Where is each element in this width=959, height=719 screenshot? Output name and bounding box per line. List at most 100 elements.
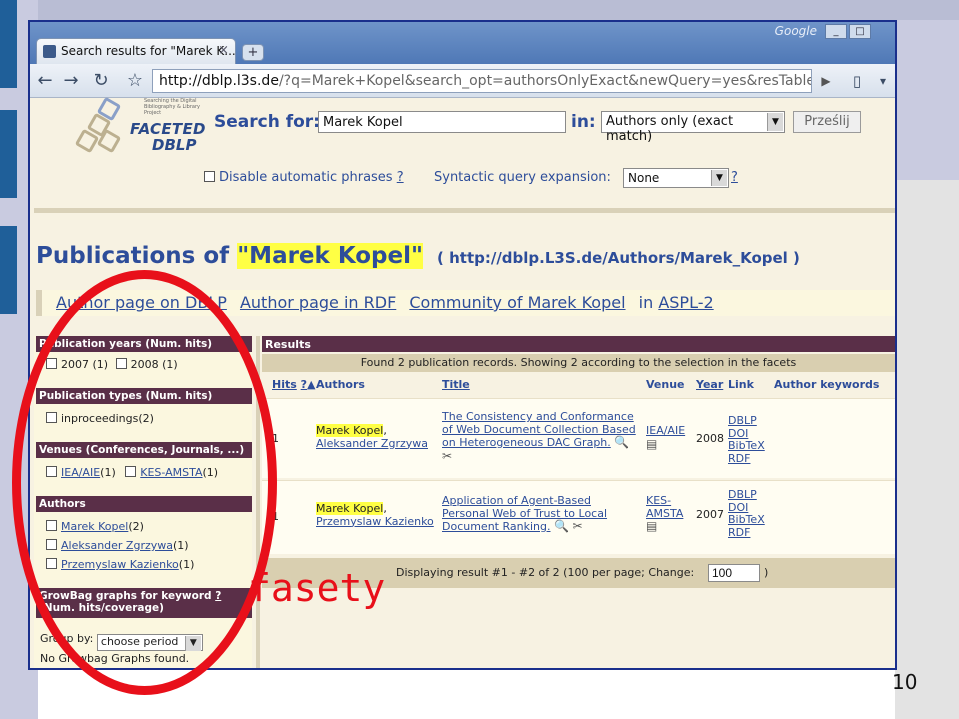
page-title-prefix: Publications of	[36, 243, 230, 269]
chevron-down-icon[interactable]: ▼	[711, 170, 727, 186]
favicon-icon	[43, 45, 56, 58]
author-page-rdf-link[interactable]: Author page in RDF	[240, 293, 396, 312]
chevron-down-icon[interactable]: ▼	[767, 113, 783, 131]
document-icon[interactable]: ▤	[646, 519, 657, 533]
column-link: Link	[728, 378, 754, 391]
slide-decoration-block	[0, 110, 17, 198]
page-menu-icon[interactable]: ▯	[846, 69, 868, 93]
table-row: 1 Marek Kopel, Aleksander Zgrzywa The Co…	[262, 398, 895, 478]
doi-link[interactable]: DOI	[728, 501, 748, 514]
page-title-url: ( http://dblp.L3S.de/Authors/Marek_Kopel…	[437, 249, 800, 267]
aspl-link[interactable]: ASPL-2	[658, 293, 713, 312]
dblp-link[interactable]: DBLP	[728, 488, 757, 501]
bookmark-star-icon[interactable]: ☆	[124, 70, 146, 92]
disable-phrases-checkbox[interactable]	[204, 171, 215, 182]
row-venue-link[interactable]: AMSTA	[646, 507, 683, 520]
column-hits[interactable]: Hits ?▲	[272, 378, 316, 391]
bibtex-link[interactable]: BibTeX	[728, 513, 765, 526]
tools-icon[interactable]: ✂	[442, 449, 452, 463]
go-arrow-icon[interactable]: ▶	[816, 70, 836, 92]
annotation-label: fasety	[248, 566, 386, 610]
table-row: 1 Marek Kopel, Przemyslaw Kazienko Appli…	[262, 480, 895, 554]
row-title: Application of Agent-Based Personal Web …	[442, 494, 607, 534]
row-author-highlighted[interactable]: Marek Kopel	[316, 424, 384, 437]
search-label: Search for:	[214, 112, 320, 132]
row-author-highlighted[interactable]: Marek Kopel	[316, 502, 384, 515]
search-scope-label: in:	[571, 112, 596, 132]
disable-phrases-label: Disable automatic phrases	[219, 170, 393, 185]
slide-number: 10	[892, 670, 918, 694]
minimize-button[interactable]: _	[825, 24, 847, 39]
row-title-line[interactable]: The Consistency and Conformance	[442, 410, 634, 423]
row-venue-link[interactable]: IEA/AIE	[646, 424, 685, 437]
slide-decoration-top	[0, 0, 959, 20]
in-text: in	[638, 293, 654, 312]
disable-phrases-option: Disable automatic phrases ?	[204, 170, 404, 185]
row-year: 2007	[696, 508, 724, 521]
page-title-author: "Marek Kopel"	[237, 243, 423, 269]
browser-toolbar: ← → ↻ ☆ http://dblp.l3s.de/?q=Marek+Kope…	[30, 64, 895, 98]
community-link[interactable]: Community of Marek Kopel	[409, 293, 625, 312]
reload-icon[interactable]: ↻	[90, 70, 112, 92]
magnifier-icon[interactable]: 🔍	[554, 519, 569, 533]
tools-icon[interactable]: ✂	[572, 519, 582, 533]
divider	[34, 208, 895, 213]
slide-decoration-right	[895, 180, 959, 719]
row-authors: Marek Kopel, Aleksander Zgrzywa	[316, 424, 428, 450]
results-header: Results	[262, 336, 895, 352]
search-scope-select[interactable]: Authors only (exact match) ▼	[601, 111, 785, 144]
logo-text-dblp: DBLP	[152, 136, 197, 154]
row-title-line[interactable]: Document Ranking.	[442, 520, 550, 533]
help-link[interactable]: ?	[397, 170, 404, 185]
row-author-link[interactable]: Aleksander Zgrzywa	[316, 437, 428, 450]
slide-decoration-right-top	[895, 20, 959, 180]
per-page-input[interactable]	[708, 564, 760, 582]
slide-decoration-block	[0, 0, 17, 88]
row-authors: Marek Kopel, Przemyslaw Kazienko	[316, 502, 434, 528]
results-panel: Results Found 2 publication records. Sho…	[262, 336, 895, 668]
row-author-link[interactable]: Przemyslaw Kazienko	[316, 515, 434, 528]
faceted-dblp-logo[interactable]: Searching the Digital Bibliography & Lib…	[72, 96, 205, 158]
row-links: DBLP DOI BibTeX RDF	[728, 488, 765, 539]
forward-arrow-icon[interactable]: →	[60, 70, 82, 92]
close-icon[interactable]: ×	[218, 43, 229, 58]
column-authors: Authors	[316, 378, 365, 391]
tab-title: Search results for "Marek K...	[61, 44, 236, 58]
chevron-down-icon[interactable]: ▾	[872, 69, 894, 93]
column-venue: Venue	[646, 378, 685, 391]
search-input[interactable]	[318, 111, 566, 133]
search-scope-value: Authors only (exact match)	[606, 114, 734, 144]
browser-tab[interactable]: Search results for "Marek K... ×	[36, 38, 236, 64]
new-tab-button[interactable]: +	[242, 44, 264, 61]
address-bar[interactable]: http://dblp.l3s.de/?q=Marek+Kopel&search…	[152, 69, 812, 93]
back-arrow-icon[interactable]: ←	[34, 70, 56, 92]
row-title-line[interactable]: on Heterogeneous DAC Graph.	[442, 436, 611, 449]
doi-link[interactable]: DOI	[728, 427, 748, 440]
pagination-close: )	[764, 566, 769, 579]
submit-button[interactable]: Prześlij	[793, 111, 861, 133]
row-venue-link[interactable]: KES-	[646, 494, 671, 507]
column-title[interactable]: Title	[442, 378, 470, 391]
rdf-link[interactable]: RDF	[728, 452, 750, 465]
magnifier-icon[interactable]: 🔍	[614, 435, 629, 449]
browser-titlebar: Search results for "Marek K... × + Googl…	[30, 22, 895, 64]
rdf-link[interactable]: RDF	[728, 526, 750, 539]
row-title-line[interactable]: Application of Agent-Based	[442, 494, 591, 507]
url-host: http://dblp.l3s.de	[159, 73, 279, 89]
row-title: The Consistency and Conformance of Web D…	[442, 410, 636, 463]
column-keywords: Author keywords	[774, 378, 880, 391]
bibtex-link[interactable]: BibTeX	[728, 439, 765, 452]
row-title-line[interactable]: Personal Web of Trust to Local	[442, 507, 607, 520]
syntactic-expansion-select[interactable]: None ▼	[623, 168, 729, 188]
document-icon[interactable]: ▤	[646, 437, 657, 451]
row-title-line[interactable]: of Web Document Collection Based	[442, 423, 636, 436]
column-year[interactable]: Year	[696, 378, 723, 391]
maximize-button[interactable]: □	[849, 24, 871, 39]
syntactic-help-link[interactable]: ?	[731, 170, 738, 185]
syntactic-expansion-label: Syntactic query expansion:	[434, 170, 611, 185]
row-links: DBLP DOI BibTeX RDF	[728, 414, 765, 465]
row-year: 2008	[696, 432, 724, 445]
help-link-label: ?	[731, 170, 738, 185]
annotation-oval	[12, 270, 277, 695]
dblp-link[interactable]: DBLP	[728, 414, 757, 427]
